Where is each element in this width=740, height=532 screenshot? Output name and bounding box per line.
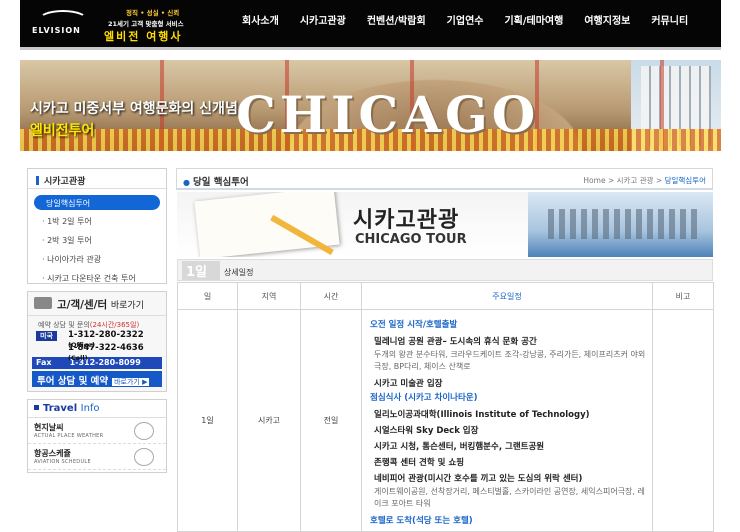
itinerary-line: 밀레니엄 공원 관광– 도시속의 휴식 문화 공간: [374, 337, 537, 347]
itinerary-line: 시카고 시청, 톰슨센터, 버킹햄분수, 그랜트공원: [374, 442, 545, 452]
itinerary-line: 두개의 왕관 분수타워, 크라우드케이트 조각-강낭콩, 주리가든, 제이프리츠…: [374, 350, 646, 371]
itinerary-line: 시얼스타워 Sky Deck 입장: [374, 426, 479, 436]
nav-convention[interactable]: 컨벤션/박람회: [367, 12, 426, 27]
col-remarks: 비고: [652, 282, 714, 310]
cell-itinerary: 오전 일정 시작/호텔출발 밀레니엄 공원 관광– 도시속의 휴식 문화 공간 …: [361, 309, 653, 532]
sidebar-item-2n3d[interactable]: · 2박 3일 투어: [28, 231, 166, 250]
site-header: ELVISION 정직 • 성실 • 신뢰 21세기 고객 맞춤형 서비스 엘비…: [20, 0, 721, 50]
chicago-marquee-sign: CHICAGO: [236, 85, 540, 144]
hours-text: 예약 상담 및 문의(24시간/365일): [38, 321, 140, 329]
tour-banner: 시카고관광 CHICAGO TOUR: [177, 192, 713, 257]
travel-info-box: Travel Info 현지날씨 ACTUAL PLACE WEATHER 항공…: [27, 399, 167, 473]
telephone-icon: [34, 297, 52, 309]
main-navigation: 회사소개 시카고관광 컨벤션/박람회 기업연수 기획/테마여행 여행지정보 커뮤…: [242, 12, 709, 27]
nav-community[interactable]: 커뮤니티: [651, 12, 688, 27]
itinerary-line: 오전 일정 시작/호텔출발: [370, 320, 458, 330]
customer-center-title[interactable]: 고/객/센/터 바로가기: [28, 292, 166, 316]
sun-icon: [134, 422, 154, 440]
nav-destination-info[interactable]: 여행지정보: [584, 12, 630, 27]
day-number: 1일: [182, 261, 220, 280]
table-header-row: 일 지역 시간 주요일정 비고: [177, 282, 714, 310]
slogan-brand: 엘비전 여행사: [104, 30, 183, 43]
chicago-banner: CHICAGO 시카고 미중서부 여행문화의 신개념 엘비전투어: [20, 60, 721, 151]
sidebar-item-day-tour[interactable]: 당일핵심투어: [34, 195, 160, 210]
breadcrumb-home[interactable]: Home: [583, 176, 605, 185]
fax-number: Fax 1-312-280-8099: [32, 357, 162, 369]
day-label: 상세일정: [224, 268, 254, 277]
nav-company[interactable]: 회사소개: [242, 12, 279, 27]
banner-caption-main: 시카고 미중서부 여행문화의 신개념: [30, 101, 238, 117]
tour-reservation-button[interactable]: 투어 상담 및 예약 바로가기 ▶: [32, 371, 162, 387]
sidebar-menu: 시카고관광 당일핵심투어 · 1박 2일 투어 · 2박 3일 투어 · 나이아…: [27, 168, 167, 284]
schedule-table: 일 지역 시간 주요일정 비고 1일 시카고 전일 오전 일정 시작/호텔출발 …: [177, 282, 714, 532]
itinerary-line: 점심식사 (시카고 차이나타운): [370, 393, 478, 403]
cell-day: 1일: [177, 309, 238, 532]
customer-center-box: 고/객/센/터 바로가기 예약 상담 및 문의(24시간/365일) 미국 1-3…: [27, 291, 167, 392]
chicago-skyline-image: [528, 192, 713, 257]
country-badge: 미국: [36, 331, 57, 341]
cell-region: 시카고: [237, 309, 301, 532]
elvision-logo[interactable]: ELVISION: [28, 4, 100, 46]
local-weather-link[interactable]: 현지날씨 ACTUAL PLACE WEATHER: [28, 418, 166, 444]
page-title: 당일 핵심투어: [183, 174, 249, 188]
phone-office: 미국 1-312-280-2322 (Office): [28, 330, 166, 349]
tour-title-korean: 시카고관광: [353, 208, 460, 233]
itinerary-line: 시카고 미술관 입장: [374, 379, 443, 389]
sidebar-item-1n2d[interactable]: · 1박 2일 투어: [28, 212, 166, 231]
itinerary-line: 일리노이공과대학(Illinois Institute of Technolog…: [374, 410, 590, 420]
col-day: 일: [177, 282, 238, 310]
sidebar-title: 시카고관광: [28, 169, 166, 189]
slogan-mid: 21세기 고객 맞춤형 서비스: [108, 20, 184, 28]
col-main-schedule: 주요일정: [361, 282, 653, 310]
nav-corporate-training[interactable]: 기업연수: [447, 12, 484, 27]
sidebar-item-architecture[interactable]: · 시카고 다운타운 건축 투어: [28, 269, 166, 288]
travel-info-title: Travel Info: [28, 400, 166, 418]
nav-theme-travel[interactable]: 기획/테마여행: [504, 12, 563, 27]
itinerary-line: 네비피어 관광(미시간 호수를 끼고 있는 도심의 위락 센터): [374, 474, 583, 484]
content-title-bar: 당일 핵심투어 Home > 시카고 관광 > 당일핵심투어: [176, 168, 713, 190]
itinerary-line: 호텔로 도착(석당 또는 호텔): [370, 516, 473, 526]
banner-caption-brand: 엘비전투어: [30, 123, 95, 139]
col-time: 시간: [300, 282, 362, 310]
airplane-icon: [134, 448, 154, 466]
logo-text: ELVISION: [32, 26, 81, 35]
cell-time: 전일: [300, 309, 362, 532]
col-region: 지역: [237, 282, 301, 310]
table-row: 1일 시카고 전일 오전 일정 시작/호텔출발 밀레니엄 공원 관광– 도시속의…: [177, 309, 714, 532]
itinerary-line: 존행콕 센터 견학 및 쇼핑: [374, 458, 465, 468]
itinerary-line: 게이트웨이공원, 선착장거리, 페스티벌홀, 스카이라인 공연장, 세익스피어극…: [374, 487, 645, 508]
breadcrumb: Home > 시카고 관광 > 당일핵심투어: [583, 176, 706, 185]
tour-title-english: CHICAGO TOUR: [355, 232, 467, 247]
nav-chicago-tour[interactable]: 시카고관광: [300, 12, 346, 27]
flight-schedule-link[interactable]: 항공스케쥴 AVIATION SCHEDULE: [28, 444, 166, 470]
sidebar-item-niagara[interactable]: · 나이아가라 관광: [28, 250, 166, 269]
cell-remarks: [652, 309, 714, 532]
phone-cell: 1-847-322-4636 (Cell): [68, 343, 144, 362]
breadcrumb-current: 당일핵심투어: [664, 176, 706, 185]
slogan-top: 정직 • 성실 • 신뢰: [126, 9, 180, 17]
day-header: 1일 상세일정: [177, 259, 713, 281]
breadcrumb-chicago[interactable]: 시카고 관광: [617, 176, 654, 185]
